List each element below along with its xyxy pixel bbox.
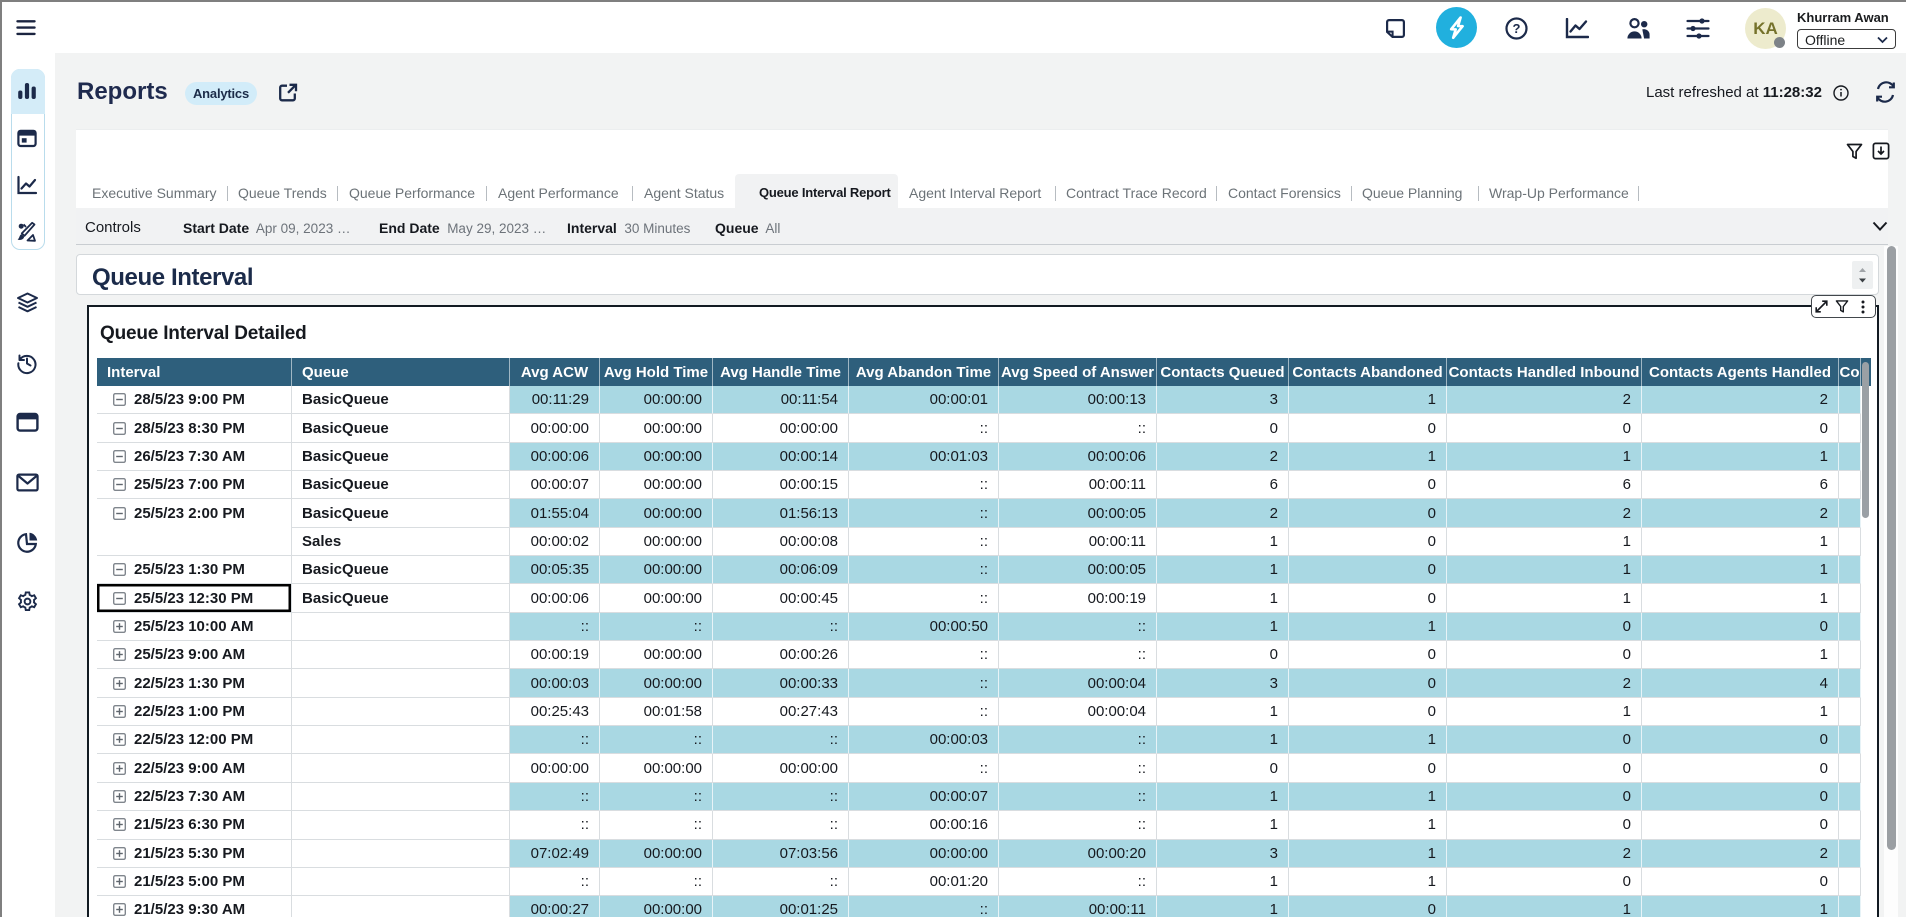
svg-text:?: ? [1513, 21, 1521, 36]
